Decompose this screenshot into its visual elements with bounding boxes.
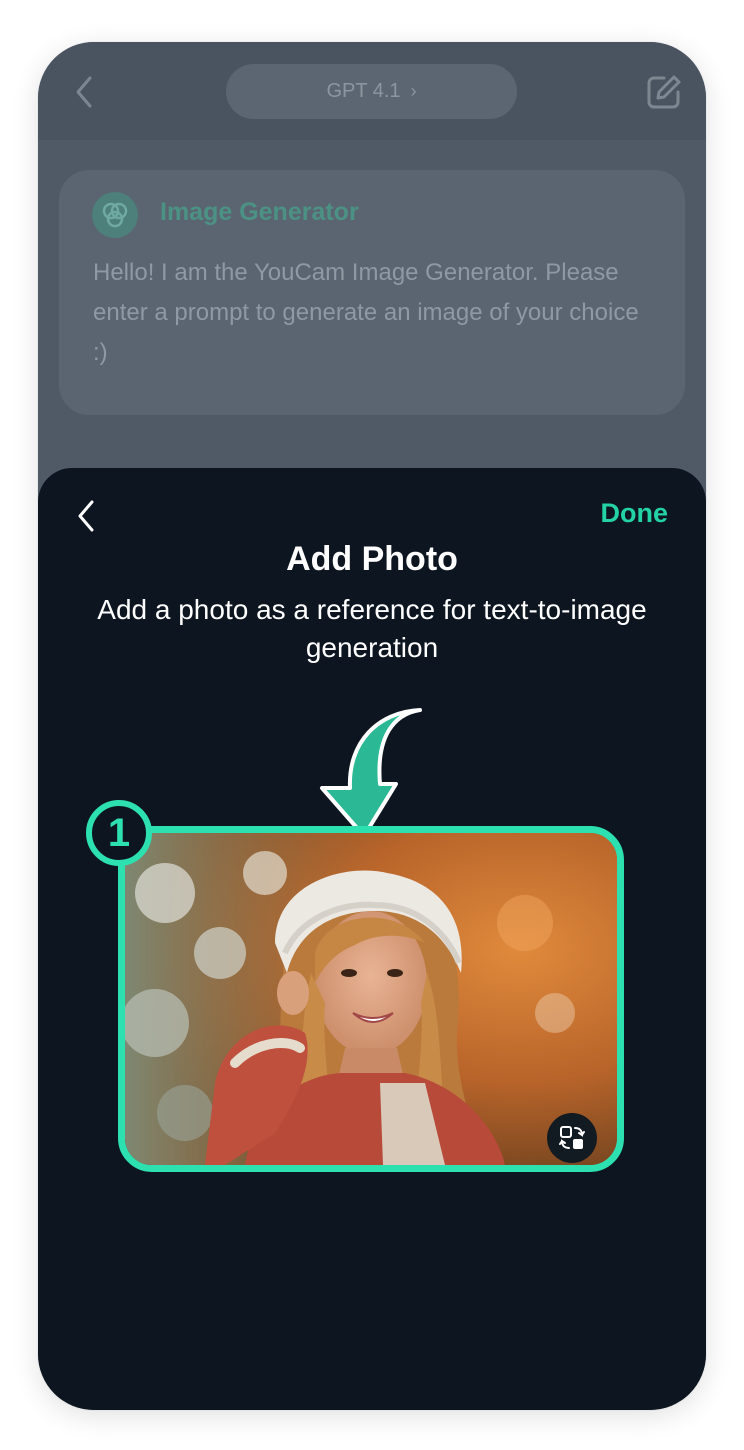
phone-screen: GPT 4.1 › Image Generator Hello! I am th… <box>38 42 706 1410</box>
model-label: GPT 4.1 <box>326 80 401 102</box>
tutorial-arrow-icon <box>320 708 422 838</box>
edit-icon <box>647 75 681 109</box>
sheet-back-button[interactable] <box>70 496 102 536</box>
add-photo-sheet: Done Add Photo Add a photo as a referenc… <box>38 468 706 1410</box>
header-back-button[interactable] <box>68 72 100 112</box>
model-selector[interactable]: GPT 4.1 › <box>226 64 517 119</box>
new-chat-button[interactable] <box>644 72 684 112</box>
reference-photo[interactable] <box>118 826 624 1172</box>
swap-photo-button[interactable] <box>547 1113 597 1163</box>
portrait-photo <box>125 833 617 1165</box>
bot-message-card: Image Generator Hello! I am the YouCam I… <box>59 170 685 415</box>
sheet-title: Add Photo <box>286 540 458 578</box>
swap-photo-icon <box>559 1126 585 1149</box>
image-generator-logo-icon <box>92 192 138 238</box>
bot-name: Image Generator <box>160 198 359 226</box>
bot-message-text: Hello! I am the YouCam Image Generator. … <box>93 259 639 366</box>
chat-header: GPT 4.1 › <box>38 42 706 140</box>
chevron-left-icon <box>76 76 92 108</box>
step-badge: 1 <box>86 800 152 866</box>
sheet-subtitle: Add a photo as a reference for text-to-i… <box>97 594 647 663</box>
done-button[interactable]: Done <box>601 498 669 529</box>
chevron-right-icon: › <box>410 81 417 101</box>
chevron-left-icon <box>78 500 94 532</box>
